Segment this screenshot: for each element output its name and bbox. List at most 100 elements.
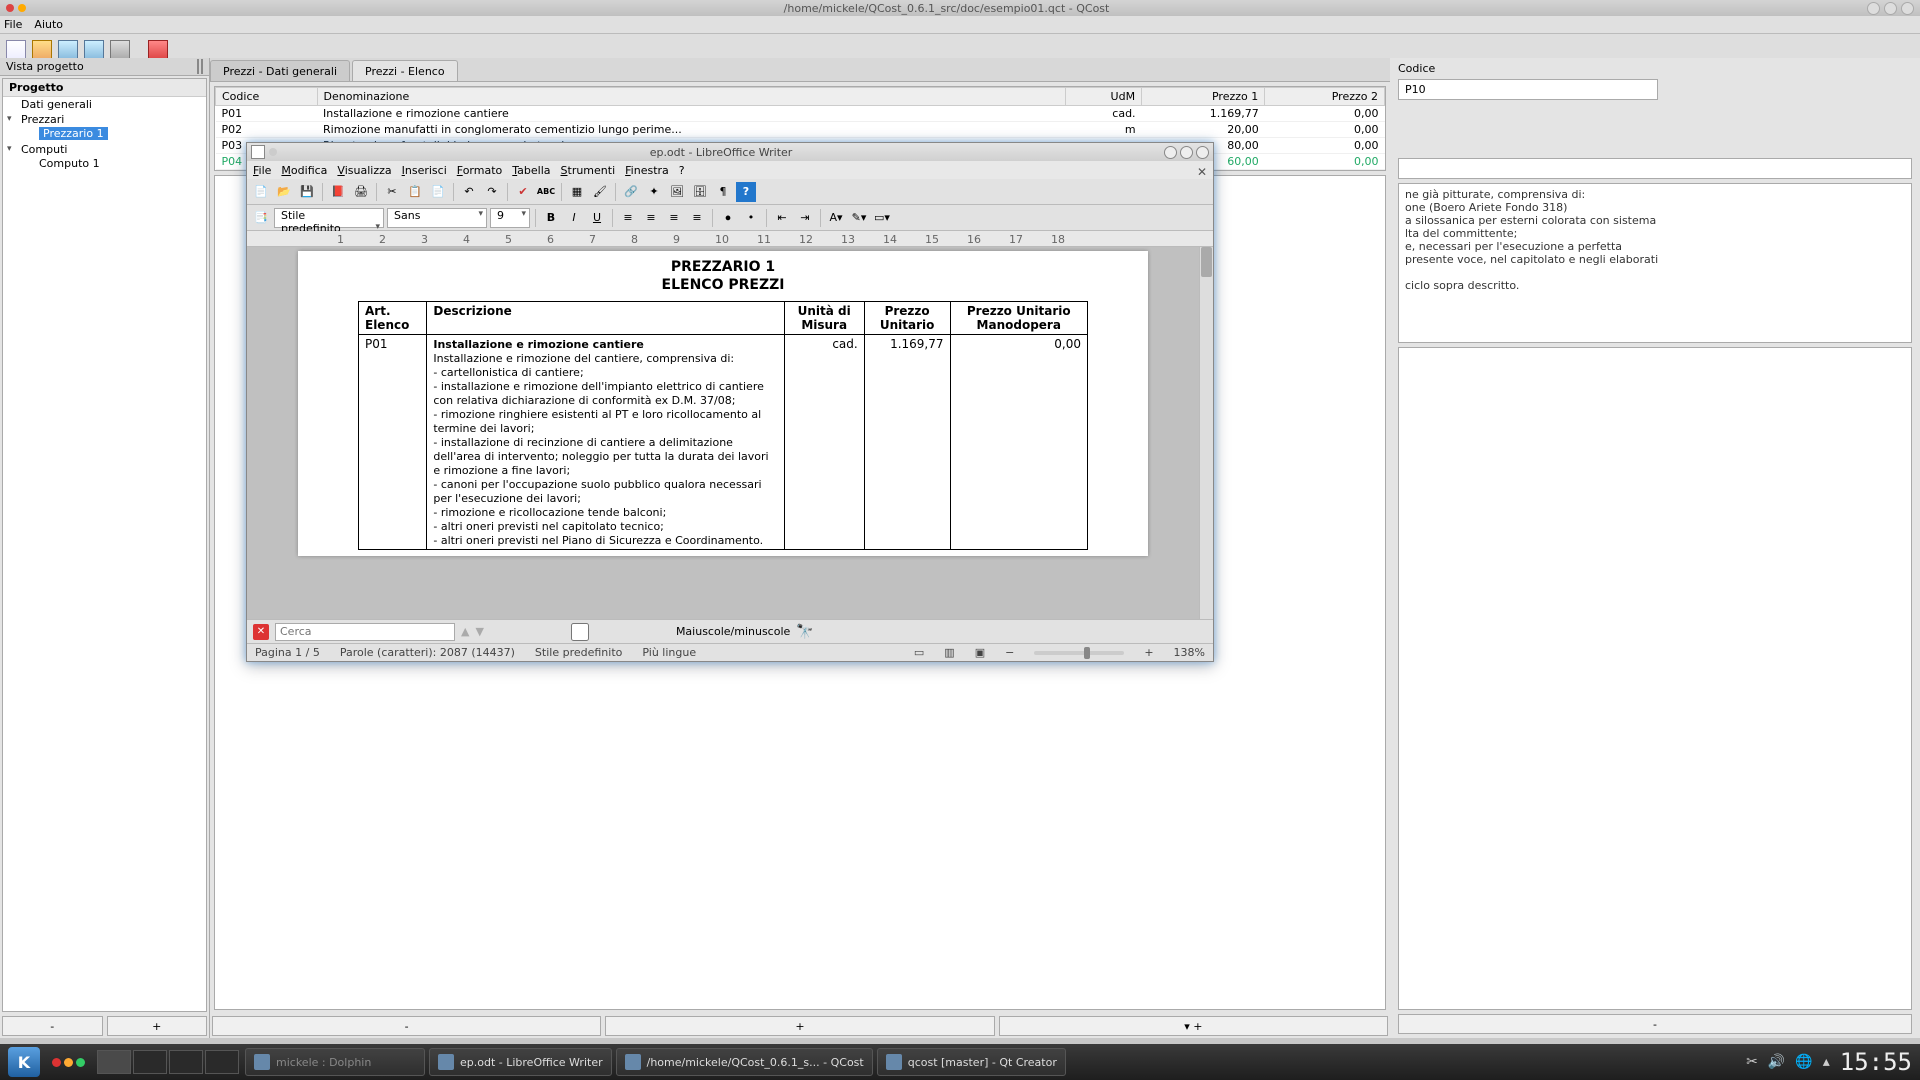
lo-doc-close-icon[interactable]: ✕ [1197,165,1207,179]
project-tree[interactable]: Progetto Dati generali Prezzari Prezzari… [2,78,207,1012]
lo-maximize-button[interactable] [1180,146,1193,159]
menu-help[interactable]: Aiuto [34,18,63,31]
zoom-out-icon[interactable]: − [1005,646,1014,659]
lo-formatpaint-icon[interactable]: 🖌 [590,182,610,202]
grid-remove-button[interactable]: - [212,1016,601,1036]
lo-menu-strumenti[interactable]: Strumenti [561,164,616,177]
find-prev-icon[interactable]: ▲ [461,625,469,638]
lo-align-right-icon[interactable]: ≡ [664,208,684,228]
find-next-icon[interactable]: ▼ [475,625,483,638]
restore-button[interactable] [1884,2,1897,15]
lo-fontcolor-icon[interactable]: A▾ [826,208,846,228]
view-single-icon[interactable]: ▭ [914,646,924,659]
lo-menu-finestra[interactable]: Finestra [625,164,669,177]
lo-indent-dec-icon[interactable]: ⇤ [772,208,792,228]
grid-add-button[interactable]: + [605,1016,994,1036]
tree-add-button[interactable]: + [107,1016,208,1036]
find-case-checkbox[interactable] [490,623,670,641]
tree-item-dati[interactable]: Dati generali [21,98,92,111]
descrizione-text[interactable]: ne già pitturate, comprensiva di: one (B… [1398,183,1912,343]
lo-align-left-icon[interactable]: ≡ [618,208,638,228]
lo-help-icon[interactable]: ? [736,182,756,202]
lo-menu-?[interactable]: ? [679,164,685,177]
desktop-pager[interactable] [97,1050,239,1074]
lo-menu-formato[interactable]: Formato [457,164,503,177]
lo-close-button[interactable] [1196,146,1209,159]
col-codice[interactable]: Codice [216,88,318,106]
denom-input[interactable] [1398,158,1912,179]
lo-menu-inserisci[interactable]: Inserisci [402,164,447,177]
table-row[interactable]: P02Rimozione manufatti in conglomerato c… [216,122,1385,138]
findbar-close-icon[interactable]: ✕ [253,624,269,640]
lo-table-icon[interactable]: ▦ [567,182,587,202]
lo-document-area[interactable]: PREZZARIO 1 ELENCO PREZZI Art. Elenco De… [247,247,1199,619]
lo-spellcheck-icon[interactable]: ✔ [513,182,533,202]
view-multi-icon[interactable]: ▥ [944,646,954,659]
volume-icon[interactable]: 🔊 [1768,1054,1785,1070]
minimize-button[interactable] [1867,2,1880,15]
tab-dati-generali[interactable]: Prezzi - Dati generali [210,60,350,81]
lo-redo-icon[interactable]: ↷ [482,182,502,202]
lo-scrollbar[interactable] [1199,247,1213,619]
network-icon[interactable]: 🌐 [1795,1054,1812,1070]
col-udm[interactable]: UdM [1066,88,1142,106]
clock[interactable]: 15:55 [1840,1048,1912,1076]
view-book-icon[interactable]: ▣ [975,646,985,659]
tree-item-computo1[interactable]: Computo 1 [39,157,100,170]
lo-highlight-icon[interactable]: ✎▾ [849,208,869,228]
lo-menu-visualizza[interactable]: Visualizza [337,164,391,177]
tree-item-prezzari[interactable]: Prezzari [21,113,64,126]
zoom-in-icon[interactable]: + [1144,646,1153,659]
lo-fontsize-combo[interactable]: 9 [490,208,530,228]
kickoff-menu-icon[interactable]: K [8,1047,40,1077]
lo-datasource-icon[interactable]: 🗄 [690,182,710,202]
clipboard-icon[interactable]: ✂ [1746,1054,1758,1070]
codice-input[interactable] [1398,79,1658,100]
lo-cut-icon[interactable]: ✂ [382,182,402,202]
lo-print-icon[interactable]: 🖨 [351,182,371,202]
lo-bgcolor-icon[interactable]: ▭▾ [872,208,892,228]
open-icon[interactable] [32,40,52,60]
lo-style-combo[interactable]: Stile predefinito [274,208,384,228]
lo-gallery-icon[interactable]: 🖼 [667,182,687,202]
lo-bold-icon[interactable]: B [541,208,561,228]
detail-remove-button[interactable]: - [1398,1014,1912,1034]
lo-autospell-icon[interactable]: ABC [536,182,556,202]
lo-list-num-icon[interactable]: ⦁ [718,208,738,228]
lo-ruler[interactable]: 123456789101112131415161718 [247,231,1213,247]
tree-item-prezzario1[interactable]: Prezzario 1 [39,127,108,140]
table-row[interactable]: P01Installazione e rimozione cantierecad… [216,106,1385,122]
lo-new-icon[interactable]: 📄 [251,182,271,202]
lo-paste-icon[interactable]: 📄 [428,182,448,202]
taskbar-item[interactable]: ep.odt - LibreOffice Writer [429,1048,612,1076]
taskbar-item[interactable]: qcost [master] - Qt Creator [877,1048,1066,1076]
lo-copy-icon[interactable]: 📋 [405,182,425,202]
lo-align-center-icon[interactable]: ≡ [641,208,661,228]
lo-save-icon[interactable]: 💾 [297,182,317,202]
tree-remove-button[interactable]: - [2,1016,103,1036]
maximize-icon[interactable] [18,4,26,12]
taskbar-item[interactable]: mickele : Dolphin [245,1048,425,1076]
menu-file[interactable]: File [4,18,22,31]
lo-open-icon[interactable]: 📂 [274,182,294,202]
col-p1[interactable]: Prezzo 1 [1142,88,1265,106]
col-denom[interactable]: Denominazione [317,88,1066,106]
close-panel-icon[interactable] [201,59,203,74]
lo-font-combo[interactable]: Sans [387,208,487,228]
lo-menu-file[interactable]: File [253,164,271,177]
close-button[interactable] [1901,2,1914,15]
activity-dots[interactable] [52,1058,85,1067]
grid-add-dropdown-button[interactable]: ▾ + [999,1016,1388,1036]
lo-italic-icon[interactable]: I [564,208,584,228]
save-as-icon[interactable] [84,40,104,60]
detach-icon[interactable] [197,59,199,74]
tree-item-computi[interactable]: Computi [21,143,67,156]
lo-pdf-icon[interactable]: 📕 [328,182,348,202]
shade-icon[interactable] [269,148,277,156]
lo-indent-inc-icon[interactable]: ⇥ [795,208,815,228]
lo-styles-icon[interactable]: 📑 [251,208,271,228]
print-icon[interactable] [110,40,130,60]
lo-align-justify-icon[interactable]: ≡ [687,208,707,228]
exit-icon[interactable] [148,40,168,60]
lo-undo-icon[interactable]: ↶ [459,182,479,202]
